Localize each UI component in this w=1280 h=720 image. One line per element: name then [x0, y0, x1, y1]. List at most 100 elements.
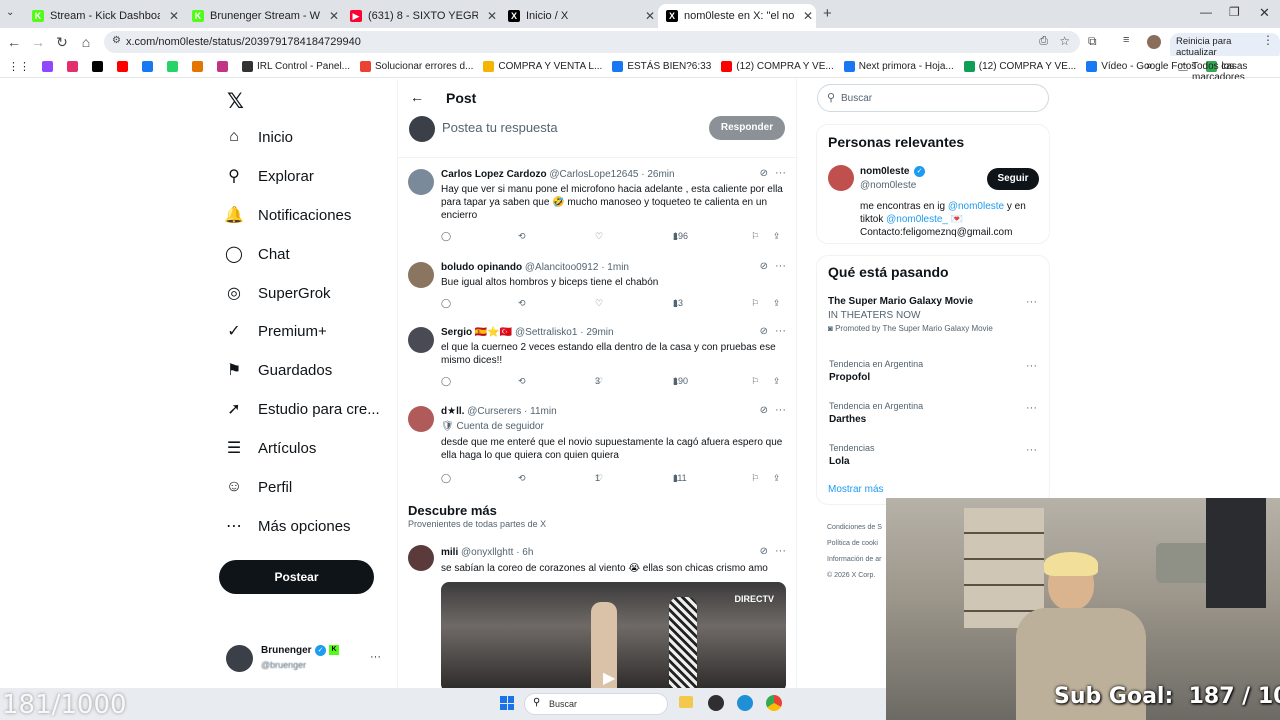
bookmark-item[interactable] [167, 61, 182, 72]
footer-link[interactable]: Información de ar [827, 552, 882, 568]
browser-tab[interactable]: ▶ (631) 8 - SIXTO YEGROS FT YSY ✕ [342, 4, 500, 28]
bookmark-item[interactable]: ESTÁS BIEN?6:33 [612, 61, 711, 72]
author-name[interactable]: Carlos Lopez Cardozo [441, 169, 547, 180]
bookmark-icon[interactable]: ⚐ [751, 376, 759, 387]
nav-item-guardados[interactable]: ⚑ Guardados [224, 360, 332, 380]
obs-icon[interactable] [708, 695, 724, 711]
bookmark-icon[interactable]: ⚐ [751, 473, 759, 484]
bio-link-tiktok[interactable]: @nom0leste_ [886, 214, 948, 225]
taskbar-search[interactable]: ⚲ Buscar [524, 693, 668, 715]
author-name[interactable]: d★ll. [441, 406, 464, 417]
post-button[interactable]: Postear [219, 560, 374, 594]
person-avatar[interactable] [828, 165, 854, 191]
browser-tab[interactable]: K Stream - Kick Dashboard ✕ [24, 4, 182, 28]
avatar[interactable] [408, 327, 434, 353]
grok-icon[interactable]: ⊘ [760, 261, 768, 272]
trend-item[interactable]: Tendencia en Argentina Propofol [829, 359, 923, 383]
url-field[interactable]: ⚙ x.com/nom0leste/status/203979178418472… [104, 31, 1080, 53]
reply-icon[interactable]: ◯ [441, 231, 451, 242]
close-tab-icon[interactable]: ✕ [326, 9, 342, 23]
reply-icon[interactable]: ◯ [441, 376, 451, 387]
play-icon[interactable]: ▶ [603, 668, 615, 688]
share-icon[interactable]: ⇪ [773, 298, 781, 309]
star-icon[interactable]: ☆ [1059, 34, 1070, 48]
nav-item-inicio[interactable]: ⌂ Inicio [224, 127, 293, 147]
grok-icon[interactable]: ⊘ [760, 546, 768, 557]
more-icon[interactable]: ··· [775, 260, 786, 272]
reply-tweet[interactable]: Sergio 🇪🇸⭐🇹🇷 @Settralisko1 · 29min ⊘ ··· el… [398, 325, 798, 405]
site-info-icon[interactable]: ⚙ [112, 35, 121, 46]
footer-link[interactable]: Política de cooki [827, 536, 882, 552]
reply-icon[interactable]: ◯ [441, 473, 451, 484]
bookmark-icon[interactable]: ⚐ [751, 298, 759, 309]
bio-link-ig[interactable]: @nom0leste [948, 201, 1004, 212]
footer-link[interactable]: Condiciones de S [827, 520, 882, 536]
home-icon[interactable]: ⌂ [74, 34, 98, 50]
back-arrow-icon[interactable]: ← [410, 89, 424, 105]
show-more-link[interactable]: Mostrar más [828, 484, 884, 495]
more-icon[interactable]: ··· [775, 404, 786, 416]
browser-tab[interactable]: Xnom0leste en X: "el novio d ✕ [658, 4, 816, 28]
close-tab-icon[interactable]: ✕ [642, 9, 658, 23]
apps-icon[interactable]: ⋮⋮ [8, 60, 30, 73]
browser-tab[interactable]: X Inicio / X ✕ [500, 4, 658, 28]
repost-icon[interactable]: ⟲ [518, 298, 526, 309]
maximize-icon[interactable]: ❐ [1229, 5, 1240, 19]
video-thumbnail[interactable]: DIRECTV ▶ [441, 582, 786, 692]
share-icon[interactable]: ⇪ [773, 231, 781, 242]
trend-item[interactable]: Tendencias Lola [829, 443, 875, 467]
bookmark-item[interactable]: COMPRA Y VENTA L... [483, 61, 602, 72]
nav-item-estudio-para-cre[interactable]: ➚ Estudio para cre... [224, 399, 379, 419]
bookmark-item[interactable]: (12) COMPRA Y VE... [963, 61, 1076, 72]
account-more-icon[interactable]: ··· [370, 651, 381, 663]
grok-icon[interactable]: ⊘ [760, 326, 768, 337]
menu-icon[interactable]: ⋮ [1262, 33, 1274, 47]
bookmarks-overflow-icon[interactable]: » [1146, 60, 1152, 72]
author-name[interactable]: Sergio 🇪🇸⭐🇹🇷 [441, 327, 512, 338]
close-tab-icon[interactable]: ✕ [484, 9, 500, 23]
chrome-icon[interactable] [766, 695, 782, 711]
browser-tab[interactable]: K Brunenger Stream - Watch Live ✕ [184, 4, 342, 28]
more-icon[interactable]: ··· [775, 167, 786, 179]
repost-icon[interactable]: ⟲ [518, 473, 526, 484]
nav-item-supergrok[interactable]: ◎ SuperGrok [224, 283, 331, 303]
tab-list-chevron-icon[interactable]: ⌄ [6, 7, 14, 18]
follow-button[interactable]: Seguir [987, 168, 1039, 190]
bookmark-item[interactable]: Solucionar errores d... [360, 61, 473, 72]
bookmark-item[interactable] [142, 61, 157, 72]
extensions-icon[interactable]: ⧉ [1088, 34, 1097, 49]
bookmark-icon[interactable]: ⚐ [751, 231, 759, 242]
back-icon[interactable]: ← [2, 34, 26, 50]
close-window-icon[interactable]: ✕ [1259, 5, 1270, 21]
bookmark-item[interactable] [92, 61, 107, 72]
footer-link[interactable]: © 2026 X Corp. [827, 568, 882, 584]
profile-avatar[interactable] [1147, 35, 1161, 49]
close-tab-icon[interactable]: ✕ [800, 9, 816, 23]
reply-input[interactable]: Postea tu respuesta [442, 120, 558, 135]
avatar[interactable] [408, 262, 434, 288]
repost-icon[interactable]: ⟲ [518, 376, 526, 387]
bookmark-item[interactable]: (12) COMPRA Y VE... [721, 61, 834, 72]
minimize-icon[interactable]: — [1200, 5, 1212, 19]
forward-icon[interactable]: → [26, 34, 50, 50]
reply-icon[interactable]: ◯ [441, 298, 451, 309]
new-tab-icon[interactable]: + [823, 5, 832, 22]
reply-tweet[interactable]: d★ll. @Curserers · 11min ⊘ ··· 🛡 Cuenta de … [398, 404, 798, 484]
reload-icon[interactable]: ↻ [50, 34, 74, 51]
bookmark-item[interactable]: IRL Control - Panel... [242, 61, 350, 72]
person-name[interactable]: nom0leste [860, 166, 909, 177]
more-icon[interactable]: ··· [775, 545, 786, 557]
media-icon[interactable]: ≡ [1123, 34, 1129, 46]
search-box[interactable]: ⚲ Buscar [817, 84, 1049, 112]
promo-trend[interactable]: The Super Mario Galaxy Movie IN THEATERS… [828, 296, 1038, 333]
bookmark-item[interactable] [67, 61, 82, 72]
bookmark-item[interactable]: Next primora - Hoja... [843, 61, 954, 72]
reply-tweet[interactable]: Carlos Lopez Cardozo @CarlosLope12645 · … [398, 167, 798, 247]
author-name[interactable]: boludo opinando [441, 262, 522, 273]
nav-item-chat[interactable]: ◯ Chat [224, 244, 290, 264]
more-icon[interactable]: ··· [1026, 296, 1037, 308]
grok-icon[interactable]: ⊘ [760, 405, 768, 416]
nav-item-perfil[interactable]: ☺ Perfil [224, 477, 292, 497]
edge-icon[interactable] [737, 695, 753, 711]
close-tab-icon[interactable]: ✕ [166, 9, 182, 23]
